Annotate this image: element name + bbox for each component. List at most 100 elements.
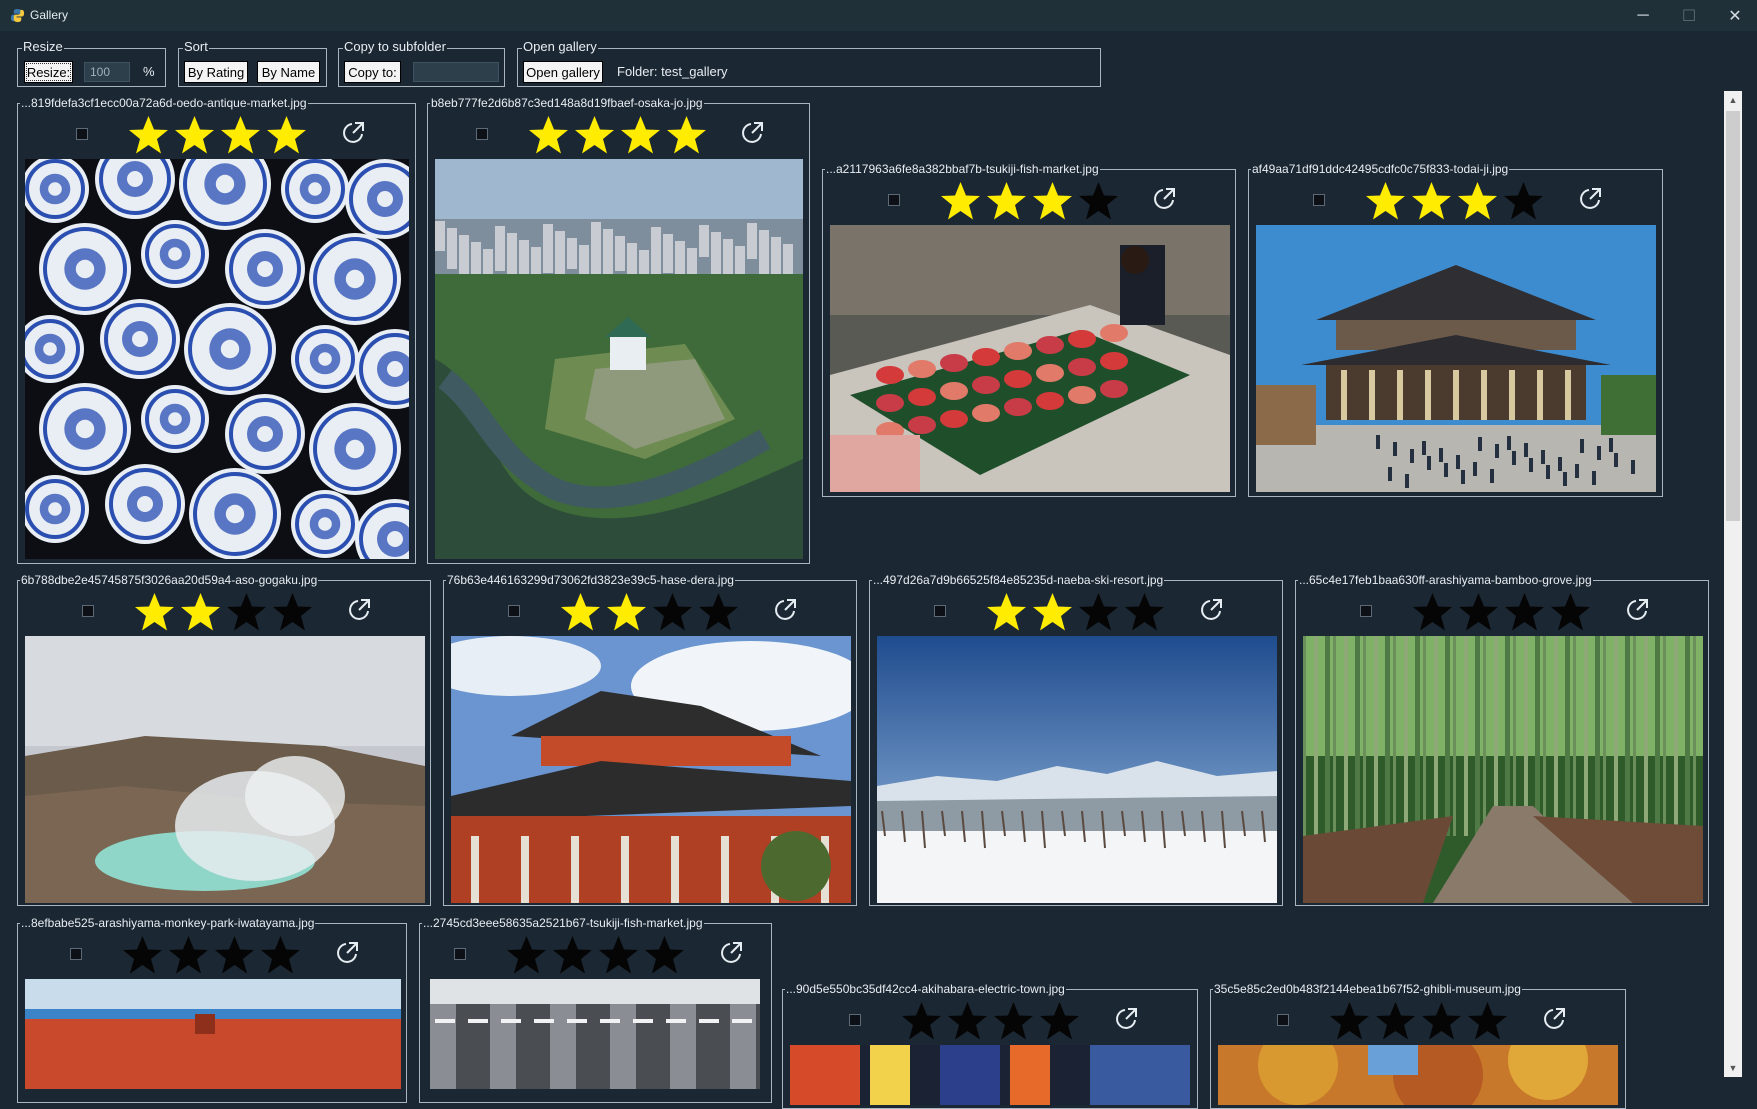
- star-filled-icon[interactable]: [528, 115, 569, 155]
- star-empty-icon[interactable]: [506, 935, 547, 975]
- resize-button[interactable]: Resize:: [24, 61, 73, 83]
- image-thumbnail[interactable]: [430, 979, 760, 1089]
- star-filled-icon[interactable]: [666, 115, 707, 155]
- star-filled-icon[interactable]: [620, 115, 661, 155]
- select-checkbox[interactable]: [1360, 605, 1372, 617]
- select-checkbox[interactable]: [508, 605, 520, 617]
- open-external-icon[interactable]: [340, 120, 366, 146]
- open-external-icon[interactable]: [1113, 1006, 1139, 1032]
- open-external-icon[interactable]: [346, 597, 372, 623]
- select-checkbox[interactable]: [849, 1014, 861, 1026]
- star-rating[interactable]: [940, 181, 1119, 221]
- open-gallery-button[interactable]: Open gallery: [523, 61, 603, 83]
- open-external-icon[interactable]: [1198, 597, 1224, 623]
- star-empty-icon[interactable]: [1375, 1001, 1416, 1041]
- star-empty-icon[interactable]: [598, 935, 639, 975]
- star-filled-icon[interactable]: [220, 115, 261, 155]
- image-thumbnail[interactable]: [830, 225, 1230, 492]
- sort-by-name-button[interactable]: By Name: [257, 61, 320, 83]
- copy-to-button[interactable]: Copy to:: [344, 61, 401, 83]
- star-empty-icon[interactable]: [1550, 592, 1591, 632]
- star-filled-icon[interactable]: [180, 592, 221, 632]
- star-empty-icon[interactable]: [1124, 592, 1165, 632]
- image-thumbnail[interactable]: [1218, 1045, 1618, 1105]
- star-filled-icon[interactable]: [986, 181, 1027, 221]
- select-checkbox[interactable]: [76, 128, 88, 140]
- subfolder-input[interactable]: [413, 62, 499, 82]
- star-empty-icon[interactable]: [1078, 592, 1119, 632]
- star-empty-icon[interactable]: [901, 1001, 942, 1041]
- star-rating[interactable]: [986, 592, 1165, 632]
- image-thumbnail[interactable]: [790, 1045, 1190, 1105]
- scroll-down-icon[interactable]: ▼: [1724, 1059, 1742, 1077]
- star-empty-icon[interactable]: [1039, 1001, 1080, 1041]
- star-empty-icon[interactable]: [1412, 592, 1453, 632]
- star-filled-icon[interactable]: [1365, 181, 1406, 221]
- open-external-icon[interactable]: [1624, 597, 1650, 623]
- image-thumbnail[interactable]: [1303, 636, 1703, 903]
- star-rating[interactable]: [134, 592, 313, 632]
- star-empty-icon[interactable]: [214, 935, 255, 975]
- star-filled-icon[interactable]: [128, 115, 169, 155]
- star-empty-icon[interactable]: [947, 1001, 988, 1041]
- star-rating[interactable]: [901, 1001, 1080, 1041]
- star-empty-icon[interactable]: [168, 935, 209, 975]
- scrollbar-thumb[interactable]: [1726, 111, 1740, 521]
- star-rating[interactable]: [560, 592, 739, 632]
- select-checkbox[interactable]: [82, 605, 94, 617]
- star-empty-icon[interactable]: [652, 592, 693, 632]
- star-filled-icon[interactable]: [986, 592, 1027, 632]
- select-checkbox[interactable]: [476, 128, 488, 140]
- star-empty-icon[interactable]: [272, 592, 313, 632]
- star-filled-icon[interactable]: [1411, 181, 1452, 221]
- star-empty-icon[interactable]: [1503, 181, 1544, 221]
- select-checkbox[interactable]: [454, 948, 466, 960]
- star-empty-icon[interactable]: [260, 935, 301, 975]
- star-filled-icon[interactable]: [574, 115, 615, 155]
- vertical-scrollbar[interactable]: ▲ ▼: [1724, 91, 1742, 1077]
- select-checkbox[interactable]: [934, 605, 946, 617]
- star-rating[interactable]: [122, 935, 301, 975]
- star-empty-icon[interactable]: [698, 592, 739, 632]
- image-thumbnail[interactable]: [877, 636, 1277, 903]
- star-filled-icon[interactable]: [606, 592, 647, 632]
- star-empty-icon[interactable]: [1504, 592, 1545, 632]
- star-empty-icon[interactable]: [993, 1001, 1034, 1041]
- sort-by-rating-button[interactable]: By Rating: [184, 61, 248, 83]
- star-empty-icon[interactable]: [1329, 1001, 1370, 1041]
- star-filled-icon[interactable]: [560, 592, 601, 632]
- star-empty-icon[interactable]: [1078, 181, 1119, 221]
- star-empty-icon[interactable]: [1467, 1001, 1508, 1041]
- star-empty-icon[interactable]: [226, 592, 267, 632]
- star-rating[interactable]: [128, 115, 307, 155]
- image-thumbnail[interactable]: [25, 636, 425, 903]
- select-checkbox[interactable]: [70, 948, 82, 960]
- star-filled-icon[interactable]: [940, 181, 981, 221]
- star-filled-icon[interactable]: [1032, 181, 1073, 221]
- minimize-button[interactable]: ─: [1620, 0, 1666, 31]
- open-external-icon[interactable]: [718, 940, 744, 966]
- image-thumbnail[interactable]: [435, 159, 803, 559]
- star-rating[interactable]: [1329, 1001, 1508, 1041]
- star-filled-icon[interactable]: [1032, 592, 1073, 632]
- close-window-button[interactable]: ✕: [1712, 0, 1757, 31]
- star-rating[interactable]: [1412, 592, 1591, 632]
- star-rating[interactable]: [1365, 181, 1544, 221]
- star-filled-icon[interactable]: [266, 115, 307, 155]
- star-empty-icon[interactable]: [122, 935, 163, 975]
- star-empty-icon[interactable]: [552, 935, 593, 975]
- image-thumbnail[interactable]: [25, 159, 409, 559]
- open-external-icon[interactable]: [1151, 186, 1177, 212]
- star-filled-icon[interactable]: [1457, 181, 1498, 221]
- maximize-button[interactable]: ☐: [1666, 0, 1712, 31]
- star-rating[interactable]: [506, 935, 685, 975]
- open-external-icon[interactable]: [772, 597, 798, 623]
- image-thumbnail[interactable]: [1256, 225, 1656, 492]
- star-empty-icon[interactable]: [1421, 1001, 1462, 1041]
- select-checkbox[interactable]: [1313, 194, 1325, 206]
- star-empty-icon[interactable]: [644, 935, 685, 975]
- select-checkbox[interactable]: [1277, 1014, 1289, 1026]
- star-rating[interactable]: [528, 115, 707, 155]
- scroll-up-icon[interactable]: ▲: [1724, 91, 1742, 109]
- open-external-icon[interactable]: [1541, 1006, 1567, 1032]
